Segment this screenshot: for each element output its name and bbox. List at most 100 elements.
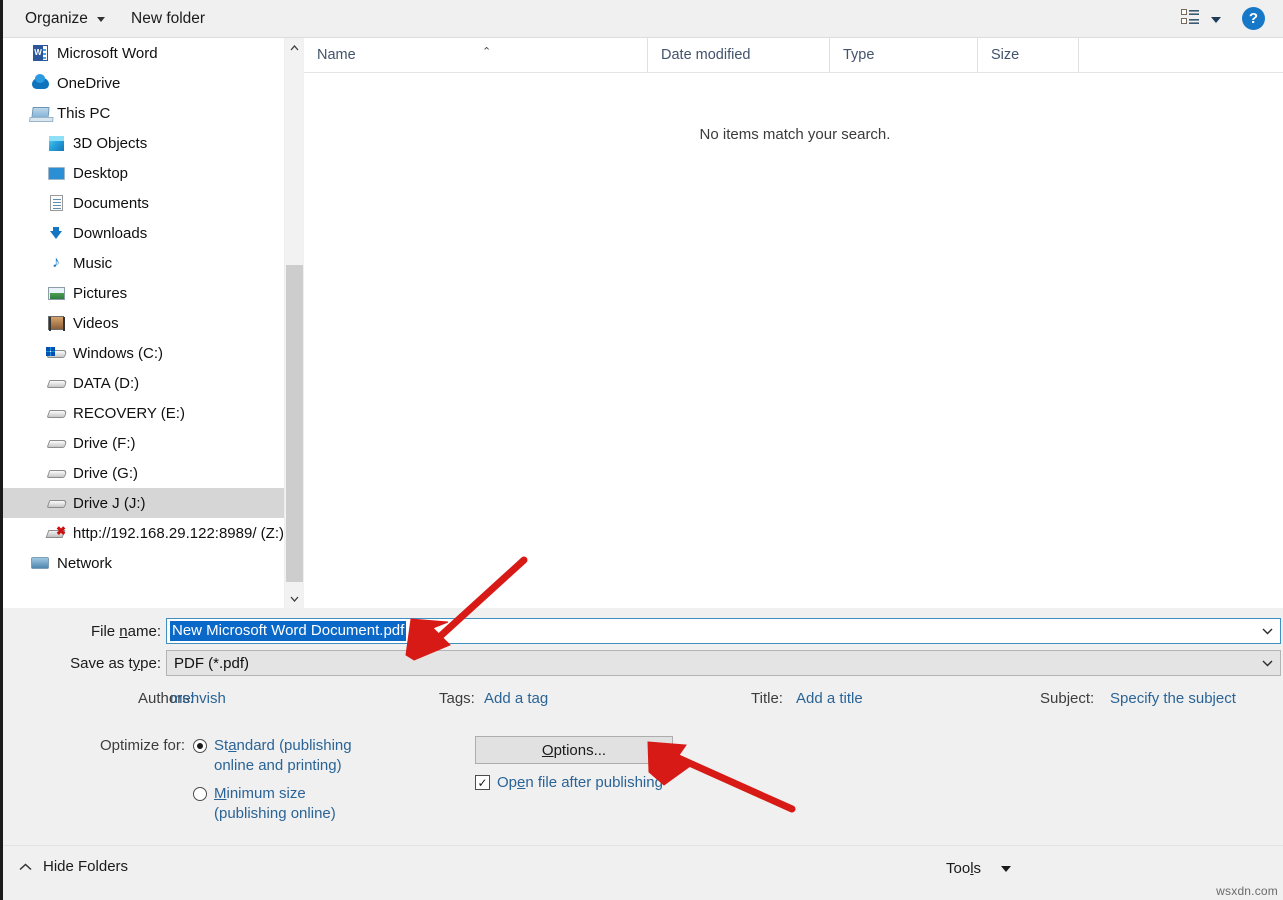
nav-item-3d-objects[interactable]: 3D Objects — [3, 128, 284, 158]
chevron-up-icon — [19, 860, 32, 874]
drive-icon — [47, 494, 65, 512]
scroll-up-icon[interactable] — [285, 38, 304, 57]
file-name-value[interactable]: New Microsoft Word Document.pdf — [170, 621, 407, 641]
options-button-label: Options... — [541, 741, 607, 759]
sort-ascending-icon: ⌃ — [482, 46, 492, 58]
tools-button[interactable]: Tools — [946, 860, 1012, 877]
nav-item-network[interactable]: Network — [3, 548, 284, 578]
help-glyph: ? — [1248, 10, 1259, 27]
nav-item-downloads[interactable]: Downloads — [3, 218, 284, 248]
radio-option-minimum-size[interactable]: Minimum size (publishing online) — [193, 784, 336, 824]
open-file-after-publishing-checkbox-row[interactable]: ✓ Open file after publishing — [475, 774, 663, 791]
file-name-input[interactable]: New Microsoft Word Document.pdf — [166, 618, 1281, 644]
column-header-name[interactable]: Name ⌃ — [304, 38, 648, 72]
watermark: wsxdn.com — [1216, 884, 1278, 898]
hide-folders-label: Hide Folders — [43, 858, 129, 875]
music-icon: ♪ — [52, 254, 60, 271]
nav-item-http-192-168-29-122-8989-z[interactable]: http://192.168.29.122:8989/ (Z:) — [3, 518, 284, 548]
nav-item-drive-g[interactable]: Drive (G:) — [3, 458, 284, 488]
column-header-type-label: Type — [843, 47, 875, 63]
radio-option-standard[interactable]: Standard (publishing online and printing… — [193, 736, 352, 776]
navigation-pane[interactable]: Microsoft Word OneDrive This PC 3D Objects D… — [3, 38, 284, 608]
nav-item-drive-f[interactable]: Drive (F:) — [3, 428, 284, 458]
list-view-icon[interactable] — [1181, 9, 1200, 30]
nav-item-pictures[interactable]: Pictures — [3, 278, 284, 308]
title-value[interactable]: Add a title — [796, 690, 863, 707]
subject-value[interactable]: Specify the subject — [1110, 690, 1236, 707]
chevron-down-icon — [96, 16, 105, 22]
radio-minimum-size-label[interactable]: Minimum size (publishing online) — [214, 784, 336, 824]
nav-item-label: Music — [73, 254, 113, 272]
file-name-label: File name: — [90, 623, 161, 640]
optimize-for-label: Optimize for: — [100, 737, 186, 754]
organize-button[interactable]: Organize — [15, 0, 115, 38]
nav-item-windows-c[interactable]: Windows (C:) — [3, 338, 284, 368]
checkbox-checked-icon[interactable]: ✓ — [475, 775, 490, 790]
help-icon[interactable]: ? — [1242, 7, 1265, 30]
nav-item-music[interactable]: ♪ Music — [3, 248, 284, 278]
nav-item-videos[interactable]: Videos — [3, 308, 284, 338]
drive-icon — [47, 404, 65, 422]
drive-icon — [47, 464, 65, 482]
file-name-dropdown-icon[interactable] — [1254, 619, 1280, 643]
nav-item-label: Drive (G:) — [73, 464, 138, 482]
nav-item-this-pc[interactable]: This PC — [3, 98, 284, 128]
nav-item-label: Network — [57, 554, 113, 572]
empty-list-message: No items match your search. — [699, 126, 891, 143]
navigation-scrollbar[interactable] — [284, 38, 303, 608]
tags-value[interactable]: Add a tag — [484, 690, 548, 707]
nav-item-microsoft-word[interactable]: Microsoft Word — [3, 38, 284, 68]
column-header-type[interactable]: Type — [830, 38, 978, 72]
column-header-name-label: Name — [317, 47, 356, 63]
chevron-down-icon[interactable] — [1001, 865, 1012, 872]
save-as-type-select[interactable]: PDF (*.pdf) — [166, 650, 1281, 676]
nav-item-label: Pictures — [73, 284, 128, 302]
open-file-after-publishing-label[interactable]: Open file after publishing — [497, 774, 663, 791]
ftp-drive-disconnected-icon — [47, 524, 66, 542]
nav-item-desktop[interactable]: Desktop — [3, 158, 284, 188]
tags-label: Tags: — [439, 690, 475, 707]
scrollbar-thumb[interactable] — [286, 265, 303, 582]
options-button[interactable]: Options... — [475, 736, 673, 764]
column-header-date-modified[interactable]: Date modified — [648, 38, 830, 72]
nav-item-onedrive[interactable]: OneDrive — [3, 68, 284, 98]
network-icon — [31, 554, 49, 572]
dialog-footer: Hide Folders Tools Save Cancel wsxdn.com — [3, 845, 1283, 900]
nav-item-label: Windows (C:) — [73, 344, 164, 362]
view-options-control[interactable] — [1181, 9, 1221, 30]
subject-label: Subject: — [1040, 690, 1095, 707]
column-header-size[interactable]: Size — [978, 38, 1079, 72]
authors-value[interactable]: mehvish — [170, 690, 226, 707]
radio-standard-icon[interactable] — [193, 739, 207, 753]
desktop-icon — [47, 164, 65, 182]
tools-label: Tools — [946, 860, 982, 877]
nav-item-documents[interactable]: Documents — [3, 188, 284, 218]
nav-item-label: Desktop — [73, 164, 129, 182]
nav-item-label: Documents — [73, 194, 149, 212]
save-as-type-value: PDF (*.pdf) — [174, 654, 250, 672]
scroll-down-icon[interactable] — [285, 589, 304, 608]
nav-item-label: 3D Objects — [73, 134, 148, 152]
nav-item-label: Drive (F:) — [73, 434, 136, 452]
nav-item-label: This PC — [57, 104, 111, 122]
chevron-down-icon[interactable] — [1211, 16, 1221, 23]
nav-item-data-d[interactable]: DATA (D:) — [3, 368, 284, 398]
nav-item-label: Videos — [73, 314, 119, 332]
title-label: Title: — [751, 690, 783, 707]
hide-folders-button[interactable]: Hide Folders — [19, 858, 128, 875]
onedrive-icon — [31, 73, 49, 92]
save-as-type-label: Save as type: — [70, 655, 161, 672]
nav-item-label: OneDrive — [57, 74, 121, 92]
radio-minimum-size-icon[interactable] — [193, 787, 207, 801]
drive-icon — [47, 374, 65, 392]
save-as-dialog: Organize New folder ? Microsof — [0, 0, 1283, 900]
nav-item-label: Microsoft Word — [57, 44, 158, 62]
new-folder-button[interactable]: New folder — [121, 0, 215, 38]
nav-item-drive-j-j[interactable]: Drive J (J:) — [3, 488, 284, 518]
column-header-size-label: Size — [991, 47, 1020, 63]
save-as-type-dropdown-icon[interactable] — [1254, 651, 1280, 675]
nav-item-recovery-e[interactable]: RECOVERY (E:) — [3, 398, 284, 428]
radio-standard-label[interactable]: Standard (publishing online and printing… — [214, 736, 352, 776]
dialog-toolbar: Organize New folder ? — [3, 0, 1283, 38]
file-list-pane[interactable]: Name ⌃ Date modified Type Size No items … — [304, 38, 1283, 608]
